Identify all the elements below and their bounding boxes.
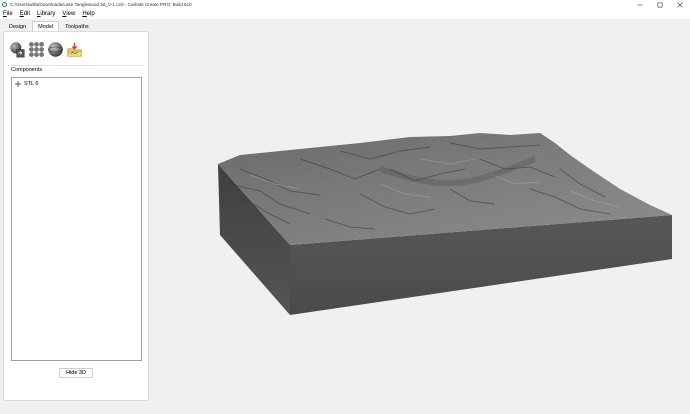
tab-model[interactable]: Model: [32, 21, 60, 31]
section-divider: [8, 65, 144, 66]
terrain-model[interactable]: [150, 19, 690, 414]
menu-help[interactable]: Help: [82, 11, 94, 17]
menu-file[interactable]: File: [3, 11, 13, 17]
close-button[interactable]: [670, 0, 690, 9]
tab-design[interactable]: Design: [3, 21, 32, 31]
menu-library[interactable]: Library: [37, 11, 55, 17]
model-toolbar: [9, 41, 85, 58]
maximize-icon: [657, 2, 663, 7]
sidebar: Design Model Toolpaths Components STL 6 …: [3, 21, 149, 401]
hide-3d-button[interactable]: Hide 3D: [59, 368, 93, 378]
close-icon: [677, 1, 683, 8]
maximize-button[interactable]: [650, 0, 670, 9]
folder-import-icon[interactable]: [66, 41, 83, 58]
3d-viewport[interactable]: [150, 19, 690, 414]
sphere-icon[interactable]: [47, 41, 64, 58]
app-logo-icon: [2, 2, 7, 7]
app-window: C:/Users/willa/Downloads/Lake Tanglewood…: [0, 0, 690, 414]
move-icon: [15, 81, 21, 87]
window-controls: [630, 0, 690, 9]
model-panel: Components STL 6 Hide 3D: [3, 31, 149, 401]
list-item[interactable]: STL 6: [15, 81, 38, 87]
texture-grid-icon[interactable]: [28, 41, 45, 58]
components-list[interactable]: STL 6: [11, 77, 142, 361]
sidebar-tabs: Design Model Toolpaths: [3, 21, 149, 31]
menu-edit[interactable]: Edit: [20, 11, 30, 17]
title-bar: C:/Users/willa/Downloads/Lake Tanglewood…: [0, 0, 690, 9]
component-label: STL 6: [24, 81, 39, 87]
components-heading: Components: [11, 67, 43, 73]
menu-bar: File Edit Library View Help: [0, 9, 690, 19]
import-model-icon[interactable]: [9, 41, 26, 58]
minimize-button[interactable]: [630, 0, 650, 9]
tab-toolpaths[interactable]: Toolpaths: [59, 21, 95, 31]
minimize-icon: [637, 4, 643, 5]
menu-view[interactable]: View: [62, 11, 75, 17]
window-title: C:/Users/willa/Downloads/Lake Tanglewood…: [10, 2, 192, 7]
